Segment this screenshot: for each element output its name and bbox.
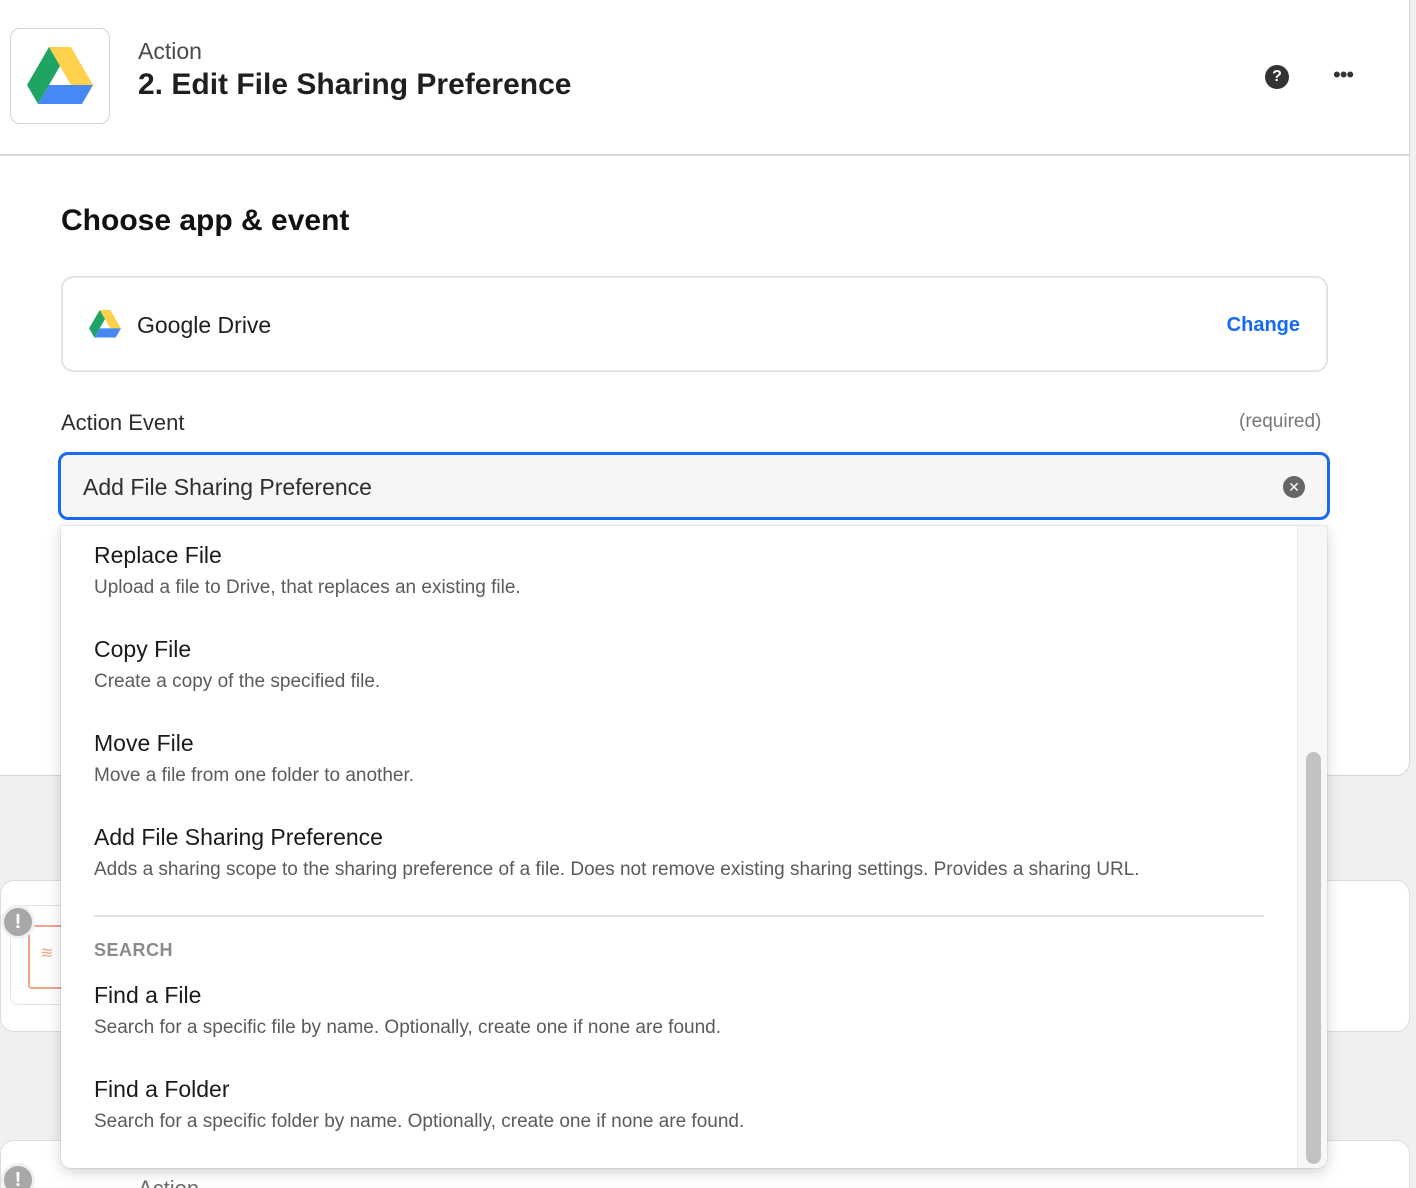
option-description: Adds a sharing scope to the sharing pref… (94, 859, 1140, 880)
section-title: Choose app & event (61, 204, 350, 237)
event-option-move-file[interactable]: Move File Move a file from one folder to… (61, 714, 1297, 808)
app-tile (10, 28, 110, 124)
event-option-replace-file[interactable]: Replace File Upload a file to Drive, tha… (61, 526, 1297, 620)
help-icon[interactable]: ? (1265, 65, 1289, 89)
event-option-copy-file[interactable]: Copy File Create a copy of the specified… (61, 620, 1297, 714)
event-option-find-a-folder[interactable]: Find a Folder Search for a specific fold… (61, 1060, 1297, 1154)
option-title: Copy File (94, 636, 192, 662)
scrollbar-thumb[interactable] (1306, 752, 1321, 1164)
option-title: Replace File (94, 542, 222, 568)
step-title[interactable]: 2. Edit File Sharing Preference (138, 68, 571, 102)
option-title: Find a File (94, 982, 202, 1008)
option-description: Move a file from one folder to another. (94, 765, 415, 786)
action-event-field[interactable]: ✕ (58, 452, 1330, 520)
event-dropdown: Replace File Upload a file to Drive, tha… (61, 526, 1327, 1168)
option-description: Search for a specific folder by name. Op… (94, 1111, 745, 1132)
group-label-search: SEARCH (94, 940, 174, 960)
ellipsis-icon[interactable]: ••• (1333, 62, 1354, 88)
change-app-button[interactable]: Change (1227, 314, 1300, 337)
app-name: Google Drive (137, 312, 272, 338)
option-description: Upload a file to Drive, that replaces an… (94, 577, 521, 598)
event-option-add-file-sharing-preference[interactable]: Add File Sharing Preference Adds a shari… (61, 808, 1297, 902)
following-step-kind: Action (138, 1176, 199, 1188)
option-description: Create a copy of the specified file. (94, 671, 381, 692)
option-title: Find a Folder (94, 1076, 230, 1102)
search-option-list: Find a File Search for a specific file b… (61, 966, 1297, 1154)
option-description: Search for a specific file by name. Opti… (94, 1017, 721, 1038)
event-option-find-a-file[interactable]: Find a File Search for a specific file b… (61, 966, 1297, 1060)
close-circle-icon[interactable]: ✕ (1283, 476, 1305, 498)
action-event-input[interactable] (83, 469, 1263, 505)
event-option-list: Replace File Upload a file to Drive, tha… (61, 526, 1297, 902)
step-kind-label: Action (138, 38, 202, 64)
required-indicator: (required) (1239, 411, 1322, 432)
step-header: Action 2. Edit File Sharing Preference ?… (0, 0, 1409, 156)
dropdown-scrollbar[interactable] (1297, 526, 1327, 1168)
warning-icon: ! (1, 905, 35, 939)
group-divider (94, 915, 1264, 917)
action-event-label: Action Event (61, 410, 185, 435)
google-drive-icon (89, 310, 121, 338)
option-title: Move File (94, 730, 194, 756)
google-drive-icon (27, 47, 93, 104)
app-selector[interactable]: Google Drive Change (61, 276, 1328, 372)
option-title: Add File Sharing Preference (94, 824, 383, 850)
